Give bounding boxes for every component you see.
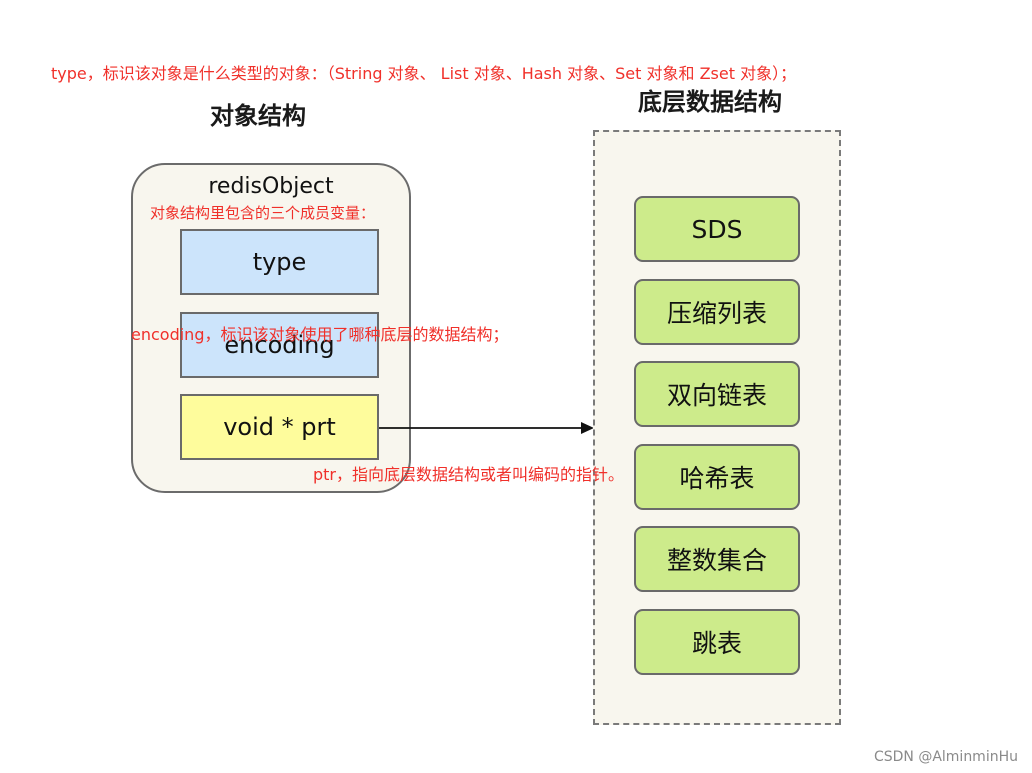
ds-item-label: 压缩列表: [666, 299, 767, 328]
ds-item-linkedlist: 双向链表: [634, 361, 800, 427]
pointer-arrow: [379, 422, 594, 434]
ds-item-skiplist: 跳表: [634, 609, 800, 675]
field-pointer-label: void * prt: [223, 413, 336, 441]
underlying-structures-heading: 底层数据结构: [638, 88, 782, 116]
ds-item-label: 整数集合: [666, 546, 767, 575]
ds-item-label: 双向链表: [666, 381, 767, 410]
redis-object-title: redisObject: [208, 174, 334, 199]
encoding-annotation: encoding，标识该对象使用了哪种底层的数据结构；: [131, 325, 509, 344]
object-structure-heading: 对象结构: [210, 102, 306, 130]
ds-item-sds: SDS: [634, 196, 800, 262]
ds-item-intset: 整数集合: [634, 526, 800, 592]
ds-item-label: 跳表: [691, 629, 742, 658]
ds-item-ziplist: 压缩列表: [634, 279, 800, 345]
type-annotation: type，标识该对象是什么类型的对象：（String 对象、 List 对象、H…: [51, 64, 797, 83]
field-type-label: type: [252, 248, 307, 276]
ds-item-label: SDS: [691, 214, 743, 244]
field-type: type: [180, 229, 379, 295]
ds-item-hashtable: 哈希表: [634, 444, 800, 510]
ds-item-label: 哈希表: [679, 464, 755, 493]
ptr-annotation: ptr，指向底层数据结构或者叫编码的指针。: [313, 465, 625, 484]
field-pointer: void * prt: [180, 394, 379, 460]
members-annotation: 对象结构里包含的三个成员变量：: [150, 204, 376, 222]
watermark: CSDN @AlminminHu: [873, 749, 1018, 765]
